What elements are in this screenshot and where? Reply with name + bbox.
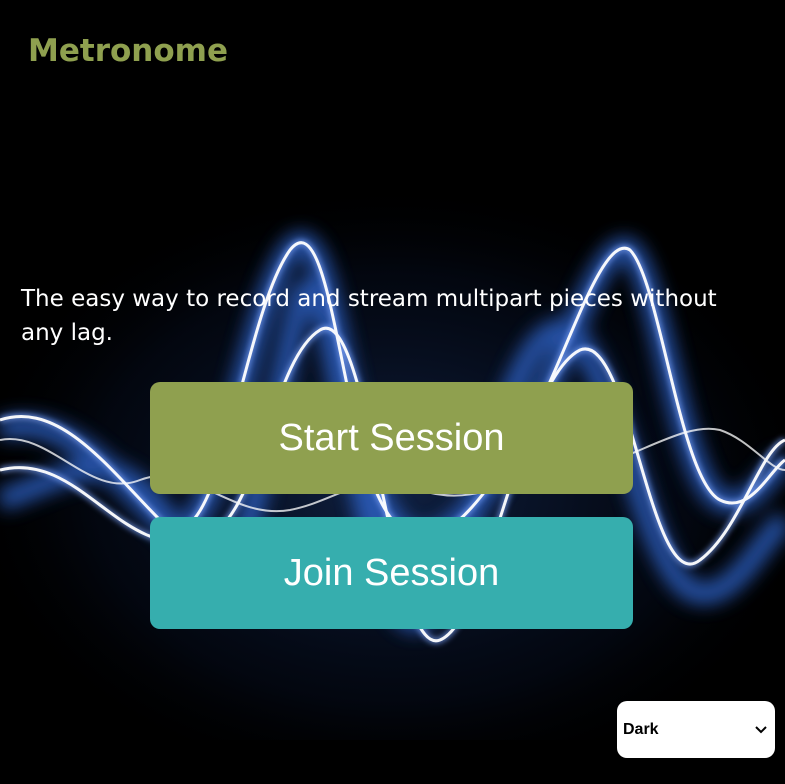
- theme-select-value: Dark: [623, 720, 659, 738]
- join-session-button[interactable]: Join Session: [150, 517, 633, 629]
- theme-select[interactable]: Dark: [617, 701, 775, 758]
- app-title: Metronome: [28, 33, 228, 69]
- home-page: Metronome The easy way to record and str…: [0, 0, 785, 784]
- chevron-down-icon: [755, 724, 767, 736]
- tagline: The easy way to record and stream multip…: [21, 286, 717, 346]
- start-session-button[interactable]: Start Session: [150, 382, 633, 494]
